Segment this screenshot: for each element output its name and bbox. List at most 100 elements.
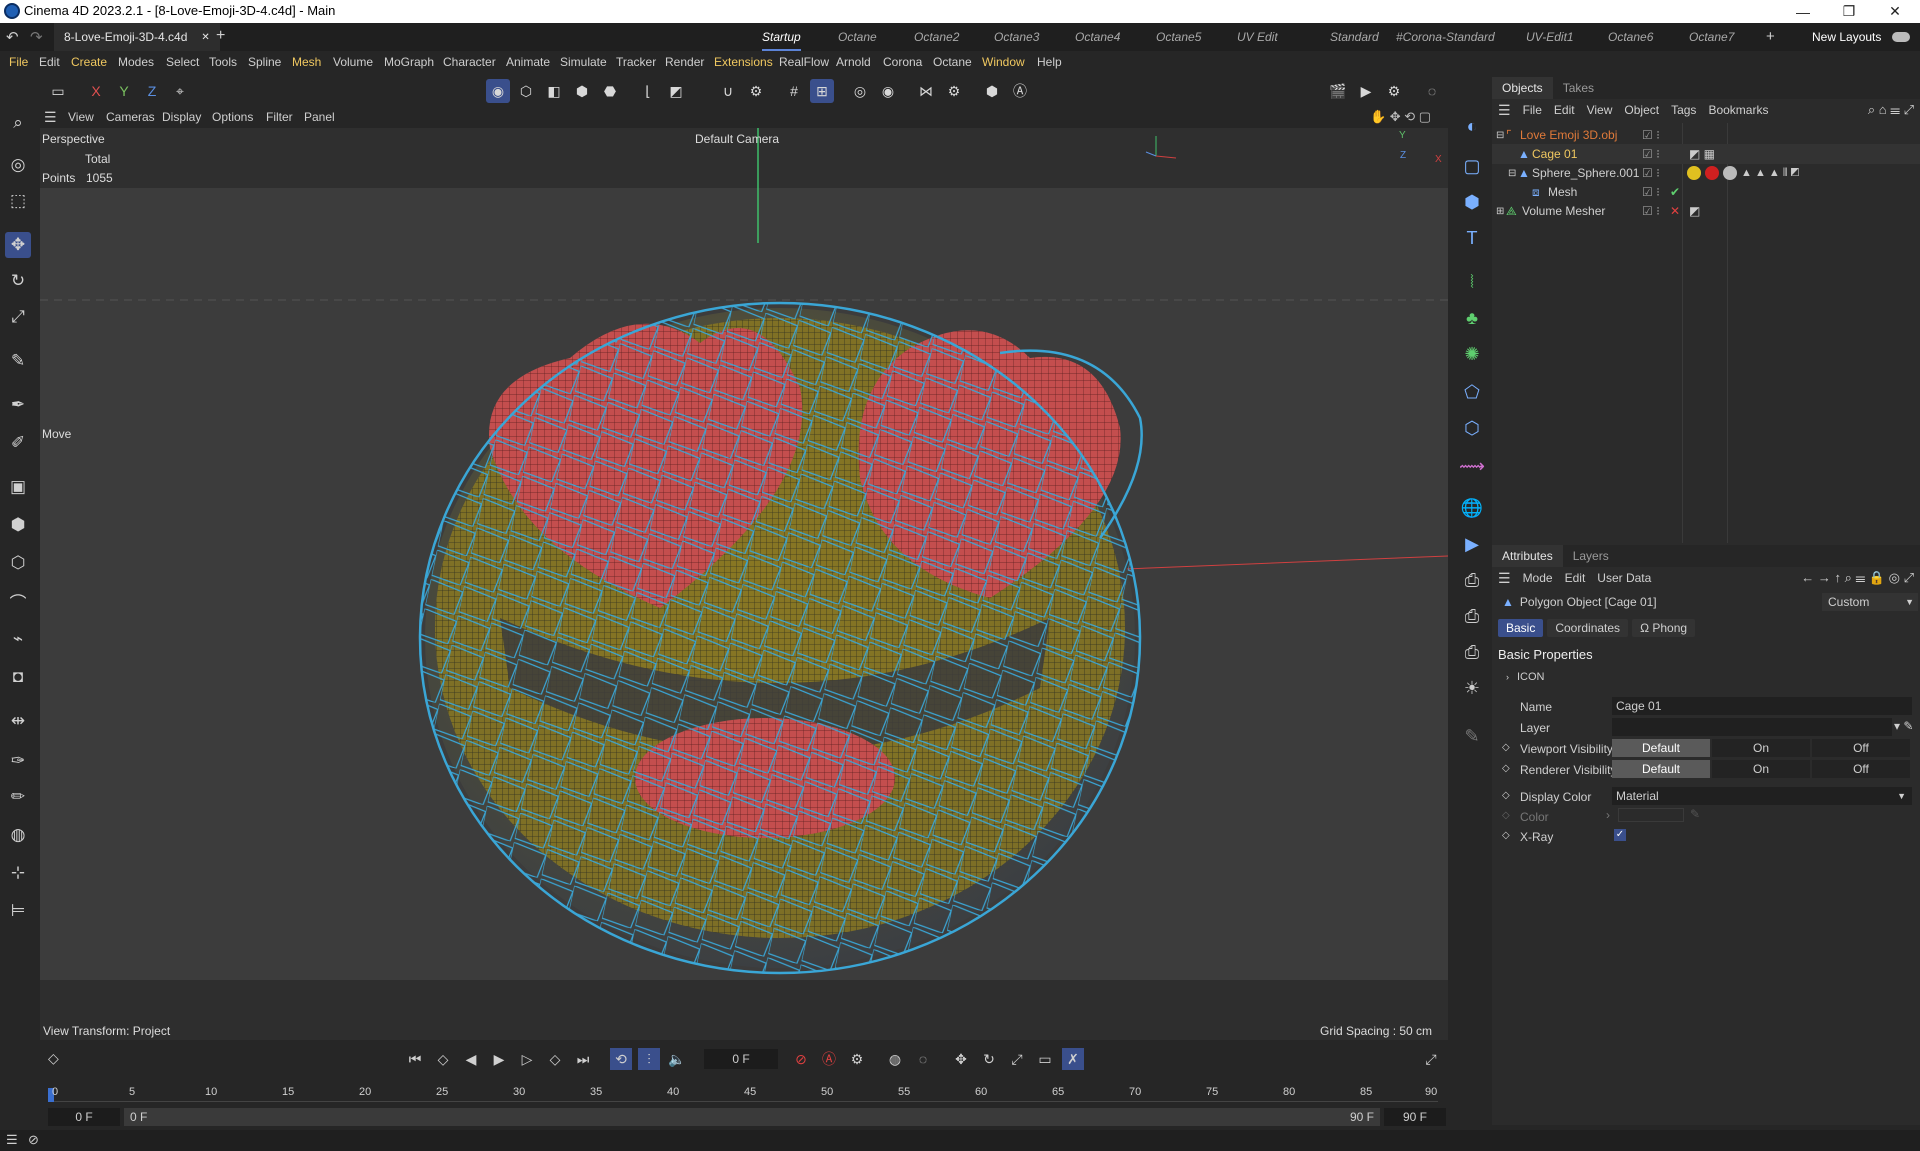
key-selection-icon[interactable]: ◍ bbox=[884, 1048, 906, 1070]
spline-pen-icon[interactable]: ✎ bbox=[5, 348, 31, 374]
enabled-check-icon[interactable]: ✔ bbox=[1670, 185, 1680, 199]
layout-tab-octane3[interactable]: Octane3 bbox=[994, 23, 1039, 51]
object-row-love-emoji[interactable]: ⊟ ⌜ Love Emoji 3D.obj ☑ ⁝ bbox=[1492, 125, 1920, 145]
close-window-button[interactable]: ✕ bbox=[1872, 0, 1918, 23]
new-layouts-button[interactable]: New Layouts bbox=[1812, 30, 1881, 44]
redo-icon[interactable]: ↷ bbox=[30, 28, 43, 46]
rotate-tool-icon[interactable]: ↻ bbox=[5, 268, 31, 294]
tab-takes[interactable]: Takes bbox=[1553, 77, 1604, 99]
disabled-tool-icon[interactable]: ✎ bbox=[1458, 722, 1486, 750]
attributes-menu-edit[interactable]: Edit bbox=[1559, 567, 1592, 589]
light-icon[interactable]: ☀ bbox=[1458, 674, 1486, 702]
layout-tab-startup[interactable]: Startup bbox=[762, 23, 801, 51]
expand-icon[interactable]: ⊟ bbox=[1496, 130, 1506, 141]
fps-icon[interactable]: ⫶ bbox=[638, 1048, 660, 1070]
hamburger-icon[interactable]: ☰ bbox=[44, 109, 57, 126]
coordinate-system-icon[interactable]: ⌖ bbox=[168, 79, 192, 103]
add-layout-icon[interactable]: + bbox=[1766, 28, 1775, 45]
next-keyframe-icon[interactable]: ◇ bbox=[544, 1048, 566, 1070]
menu-help[interactable]: Help bbox=[1037, 51, 1062, 73]
texture-tag-icon[interactable]: ◩ bbox=[1689, 204, 1700, 218]
red-material-tag-icon[interactable] bbox=[1705, 166, 1719, 180]
renderer-visibility-default[interactable]: Default bbox=[1612, 760, 1710, 778]
model-mode-icon[interactable]: ◉ bbox=[486, 79, 510, 103]
distribute-icon[interactable]: ⊨ bbox=[5, 898, 31, 924]
display-color-dropdown[interactable]: Material ▼ bbox=[1612, 787, 1912, 805]
range-start-field[interactable]: 0 F bbox=[48, 1108, 120, 1126]
brush-icon[interactable]: ✏ bbox=[5, 784, 31, 810]
menu-window[interactable]: Window bbox=[982, 51, 1025, 73]
document-tab[interactable]: 8-Love-Emoji-3D-4.c4d ✕ bbox=[54, 23, 220, 51]
visibility-icon[interactable]: ☑ ⁝ bbox=[1642, 147, 1660, 161]
key-scale-icon[interactable]: ⤢ bbox=[1006, 1048, 1028, 1070]
sculpt-icon[interactable]: ◍ bbox=[5, 822, 31, 848]
menu-extensions[interactable]: Extensions bbox=[714, 51, 773, 73]
timeline-ruler[interactable]: 0 5 10 15 20 25 30 35 40 45 50 55 60 65 … bbox=[48, 1086, 1438, 1102]
render-settings-icon[interactable]: ◉ bbox=[876, 79, 900, 103]
cube-primitive-icon[interactable]: ▣ bbox=[5, 474, 31, 500]
record-icon[interactable]: ⊘ bbox=[790, 1048, 812, 1070]
align-icon[interactable]: ⊹ bbox=[5, 860, 31, 886]
axis-mode-icon[interactable]: ⌊ bbox=[636, 79, 660, 103]
subtab-coordinates[interactable]: Coordinates bbox=[1547, 619, 1629, 637]
search-icon[interactable]: ⌕ bbox=[5, 110, 31, 136]
key-pla-icon[interactable]: ✗ bbox=[1062, 1048, 1084, 1070]
lock-workplane-icon[interactable]: ⬢ bbox=[980, 79, 1004, 103]
prev-frame-icon[interactable]: ◀ bbox=[460, 1048, 482, 1070]
layout-tab-octane4[interactable]: Octane4 bbox=[1075, 23, 1120, 51]
xray-checkbox[interactable]: ✓ bbox=[1614, 829, 1626, 841]
tab-layers[interactable]: Layers bbox=[1563, 545, 1619, 567]
emoji-model[interactable] bbox=[418, 301, 1143, 975]
render-to-picture-viewer-icon[interactable]: ▶ bbox=[1354, 79, 1378, 103]
menu-modes[interactable]: Modes bbox=[118, 51, 154, 73]
object-name[interactable]: Volume Mesher bbox=[1522, 204, 1605, 218]
status-menu-icon[interactable]: ☰ bbox=[6, 1132, 18, 1148]
render-view-icon[interactable]: ◎ bbox=[848, 79, 872, 103]
viewport-navigation-icons[interactable]: ✋ ✥ ⟲ ▢ bbox=[1370, 109, 1431, 125]
z-axis-toggle[interactable]: Z bbox=[140, 79, 164, 103]
timeline-expand-icon[interactable]: ⤢ bbox=[1420, 1048, 1442, 1070]
add-tab-button[interactable]: + bbox=[216, 27, 225, 45]
scale-tool-icon[interactable]: ⤢ bbox=[5, 304, 31, 330]
y-axis-toggle[interactable]: Y bbox=[112, 79, 136, 103]
select-box-icon[interactable]: ⬚ bbox=[5, 188, 31, 214]
null-object-icon[interactable]: ▢ bbox=[1458, 152, 1486, 180]
layout-tab-standard[interactable]: Standard bbox=[1330, 23, 1379, 51]
deformer-icon[interactable]: ⬡ bbox=[5, 550, 31, 576]
subtab-basic[interactable]: Basic bbox=[1498, 619, 1544, 637]
object-name[interactable]: Sphere_Sphere.001 bbox=[1532, 166, 1639, 180]
viewport-menu-cameras[interactable]: Cameras bbox=[106, 110, 155, 124]
minimize-button[interactable]: — bbox=[1780, 0, 1826, 23]
camera3-icon[interactable]: ⎙ bbox=[1458, 638, 1486, 666]
yellow-material-tag-icon[interactable] bbox=[1687, 166, 1701, 180]
magnet-icon[interactable]: ◘ bbox=[5, 664, 31, 690]
viewport-projection-label[interactable]: Perspective bbox=[42, 132, 105, 146]
object-name[interactable]: Love Emoji 3D.obj bbox=[1520, 128, 1617, 142]
prev-keyframe-icon[interactable]: ◇ bbox=[432, 1048, 454, 1070]
text-object-icon[interactable]: T bbox=[1458, 224, 1486, 252]
keying-settings-icon[interactable]: ⚙ bbox=[846, 1048, 868, 1070]
menu-tools[interactable]: Tools bbox=[209, 51, 237, 73]
grid-snap-icon[interactable]: # bbox=[782, 79, 806, 103]
key-position-icon[interactable]: ✥ bbox=[950, 1048, 972, 1070]
points-mode-icon[interactable]: ⬡ bbox=[514, 79, 538, 103]
object-row-sphere[interactable]: ⊟ ▲ Sphere_Sphere.001 ☑ ⁝ ▲ ▲ ▲ ⫴ ◩ bbox=[1492, 163, 1920, 183]
auto-key-icon[interactable]: Ⓐ bbox=[1008, 79, 1032, 103]
group-icon-label[interactable]: ICON bbox=[1517, 671, 1545, 683]
layout-tab-uv-edit1[interactable]: UV-Edit1 bbox=[1526, 23, 1574, 51]
auto-keying-icon[interactable]: Ⓐ bbox=[818, 1048, 840, 1070]
object-tool-icon[interactable]: ◐ bbox=[1458, 112, 1486, 140]
menu-select[interactable]: Select bbox=[166, 51, 199, 73]
object-row-mesh[interactable]: ⧈ Mesh ☑ ⁝ ✔ bbox=[1492, 182, 1920, 202]
objects-menu-view[interactable]: View bbox=[1581, 99, 1619, 121]
sound-icon[interactable]: 🔈 bbox=[666, 1048, 688, 1070]
effector-icon[interactable]: ✺ bbox=[1458, 340, 1486, 368]
objects-menu-object[interactable]: Object bbox=[1618, 99, 1665, 121]
attributes-menu-user-data[interactable]: User Data bbox=[1591, 567, 1657, 589]
preset-dropdown[interactable]: Custom ▼ bbox=[1822, 593, 1918, 611]
scene-icon[interactable]: ▶ bbox=[1458, 530, 1486, 558]
material-tags[interactable]: ▲ ▲ ▲ ⫴ ◩ bbox=[1687, 166, 1799, 180]
solo-mode-icon[interactable]: ◩ bbox=[664, 79, 688, 103]
expand-icon[interactable]: ⊞ bbox=[1496, 206, 1506, 217]
objects-menu-file[interactable]: File bbox=[1517, 99, 1548, 121]
